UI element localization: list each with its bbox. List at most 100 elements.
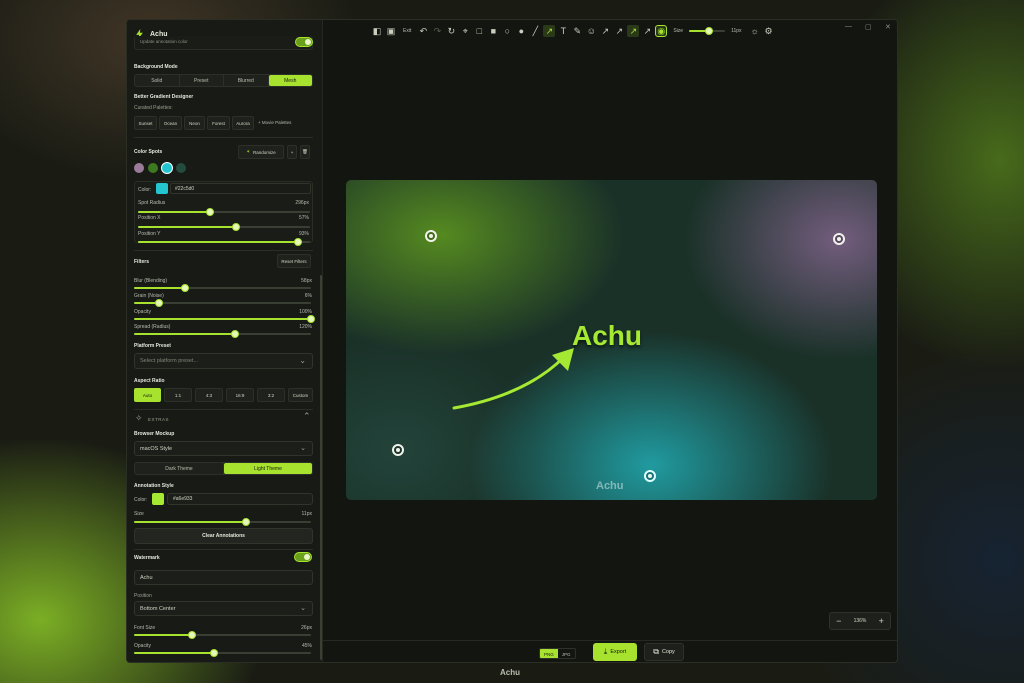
spot-color-input[interactable]: #22c5d0 [170,183,311,194]
line-icon[interactable]: ╱ [529,25,541,37]
sidebar-scrollbar[interactable] [320,275,322,660]
aspect-16-9[interactable]: 16:9 [226,388,254,402]
zoom-in-icon[interactable]: + [879,616,884,626]
filled-rectangle-icon[interactable]: ■ [487,25,499,37]
circle-icon[interactable]: ○ [501,25,513,37]
rectangle-icon[interactable]: □ [473,25,485,37]
zoom-out-icon[interactable]: − [836,616,841,626]
watermark-opacity-knob[interactable] [209,649,218,657]
palette-forest[interactable]: Forest [207,116,230,130]
spot-color-swatch[interactable] [156,183,168,194]
palette-aurora[interactable]: Aurora [232,116,254,130]
aspect-4-3[interactable]: 4:3 [195,388,223,402]
palette-neon[interactable]: Neon [184,116,205,130]
minimize-icon[interactable]: — [845,23,852,30]
canvas-headline[interactable]: Achu [572,320,642,352]
watermark-text-input[interactable]: Achu [134,570,313,585]
color-spot-handle-green[interactable] [425,230,437,242]
toolbar-size-knob[interactable] [704,27,713,35]
grain-knob[interactable] [154,299,163,307]
platform-preset-select[interactable]: Select platform preset... ⌄ [134,353,313,369]
filled-circle-icon[interactable]: ● [515,25,527,37]
sidebar-toggle-icon[interactable]: ◧ [371,25,383,37]
palette-icon[interactable]: ◉ [655,25,668,37]
add-spot-button[interactable]: + [287,145,297,159]
bg-mode-mesh[interactable]: Mesh [268,75,312,86]
palette-sunset[interactable]: Sunset [134,116,157,130]
spread-knob[interactable] [230,330,239,338]
spot-swatch-2[interactable] [161,162,173,174]
undo-icon[interactable]: ↶ [417,25,429,37]
color-spot-handle-dark[interactable] [392,444,404,456]
emoji-icon[interactable]: ☺ [585,25,597,37]
aspect-3-2[interactable]: 3:2 [257,388,285,402]
arrow-tool-icon[interactable]: ↗ [543,25,556,37]
bg-mode-blurred[interactable]: Blurred [224,75,269,86]
randomize-button[interactable]: ✶ Randomize [238,145,284,159]
watermark-opacity-slider[interactable] [134,649,311,657]
arrow-style-4-icon[interactable]: ↗ [641,25,653,37]
color-spot-handle-cyan[interactable] [644,470,656,482]
aspect-custom[interactable]: Custom [288,388,313,402]
close-icon[interactable]: ✕ [885,23,891,31]
position-x-slider[interactable] [138,223,310,231]
blur-knob[interactable] [181,284,190,292]
blur-slider[interactable] [134,284,311,292]
reset-icon[interactable]: ↻ [445,25,457,37]
aspect-1-1[interactable]: 1:1 [164,388,192,402]
spot-swatch-0[interactable] [134,163,144,173]
spot-radius-knob[interactable] [206,208,215,216]
position-y-knob[interactable] [293,238,302,246]
export-button[interactable]: ⤓ Export [593,643,637,661]
watermark-toggle[interactable] [294,552,312,562]
annotation-color-swatch[interactable] [152,493,164,505]
more-palettes-link[interactable]: + Movie Palettes [258,120,291,125]
position-x-knob[interactable] [232,223,241,231]
text-tool-icon[interactable]: T [557,25,569,37]
redo-icon[interactable]: ↷ [431,25,443,37]
pen-icon[interactable]: ✎ [571,25,583,37]
clear-annotations-button[interactable]: Clear Annotations [134,528,313,544]
annotation-size-knob[interactable] [241,518,250,526]
bg-mode-solid[interactable]: Solid [135,75,180,86]
delete-spot-button[interactable]: 🗑 [300,145,310,159]
annotation-color-toggle[interactable] [295,37,313,47]
image-icon[interactable]: ▣ [385,25,397,37]
opacity-slider[interactable] [134,315,315,323]
toolbar-size-slider[interactable] [689,27,726,35]
watermark-position-select[interactable]: Bottom Center ⌄ [134,601,313,616]
select-cursor-icon[interactable]: ⌖ [459,25,471,37]
opacity-knob[interactable] [307,315,315,323]
settings-gear-icon[interactable]: ⚙ [763,25,775,37]
bg-mode-preset[interactable]: Preset [180,75,224,86]
format-jpg[interactable]: JPG [558,649,575,658]
spot-swatch-1[interactable] [148,163,158,173]
arrow-style-2-icon[interactable]: ↗ [613,25,625,37]
annotation-color-input[interactable]: #a6e933 [167,493,313,505]
font-size-knob[interactable] [188,631,197,639]
grain-slider[interactable] [134,299,311,307]
copy-button[interactable]: ⧉ Copy [644,643,684,661]
chevron-up-icon[interactable]: ⌃ [303,411,311,422]
reset-filters-button[interactable]: Reset Filters [277,254,311,268]
arrow-style-1-icon[interactable]: ↗ [599,25,611,37]
aspect-auto[interactable]: Auto [134,388,161,402]
spread-slider[interactable] [134,330,311,338]
maximize-icon[interactable]: ▢ [865,23,872,31]
sun-icon[interactable]: ☼ [749,25,761,37]
exit-button[interactable]: Exit [403,28,411,34]
arrow-style-3-icon[interactable]: ↗ [627,25,640,37]
annotation-arrow[interactable] [446,345,586,415]
color-spot-handle-purple[interactable] [833,233,845,245]
dark-theme-option[interactable]: Dark Theme [135,463,224,474]
spot-swatch-3[interactable] [176,163,186,173]
spot-radius-slider[interactable] [138,208,310,216]
light-theme-option[interactable]: Light Theme [224,463,312,474]
palette-ocean[interactable]: Ocean [159,116,182,130]
annotation-size-slider[interactable] [134,518,311,526]
browser-mockup-select[interactable]: macOS Style ⌄ [134,441,313,456]
font-size-slider[interactable] [134,631,311,639]
preview-canvas[interactable]: Achu Achu [346,180,877,500]
format-png[interactable]: PNG [540,649,558,658]
position-y-slider[interactable] [138,238,310,246]
